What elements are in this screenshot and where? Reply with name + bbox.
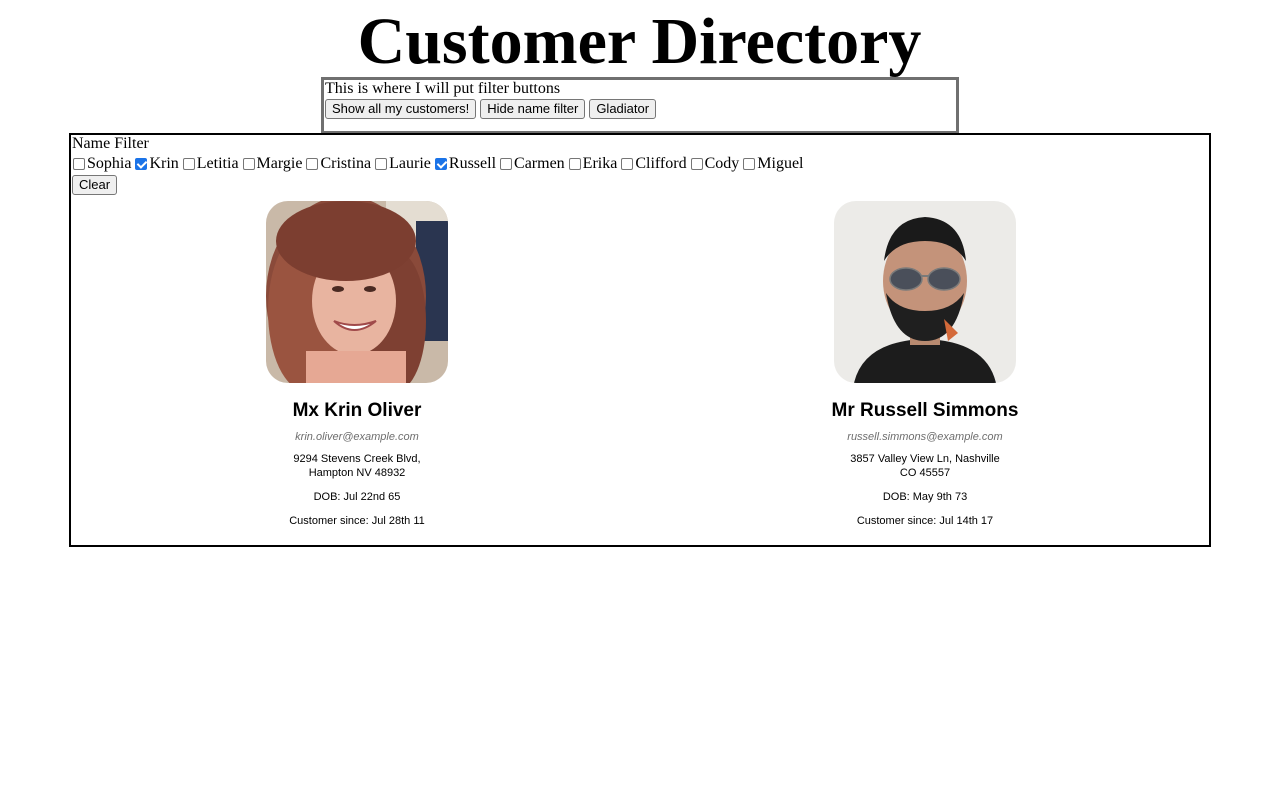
hide-name-filter-button[interactable]: Hide name filter <box>480 99 586 119</box>
name-filter-label: Name Filter <box>72 135 149 152</box>
name-filter-option-krin[interactable]: Krin <box>135 155 179 173</box>
name-filter-option-label: Erika <box>582 155 618 172</box>
customer-email: krin.oliver@example.com <box>295 431 419 443</box>
customer-since: Customer since: Jul 28th 11 <box>289 515 425 527</box>
customer-address-line1: 9294 Stevens Creek Blvd, <box>293 453 421 465</box>
customer-name: Mr Russell Simmons <box>831 400 1019 421</box>
name-filter-option-label: Clifford <box>635 155 687 172</box>
customer-avatar-photo <box>266 201 448 383</box>
checkbox-erika[interactable] <box>568 158 581 170</box>
page-title: Customer Directory <box>357 5 922 78</box>
checkbox-russell[interactable] <box>434 158 447 170</box>
checkbox-cody[interactable] <box>690 158 703 170</box>
name-filter-option-clifford[interactable]: Clifford <box>621 155 687 173</box>
checkbox-sophia[interactable] <box>73 158 85 170</box>
name-filter-option-label: Krin <box>149 155 179 172</box>
name-filter-options: Sophia Krin Letitia Margie Cristina Laur… <box>73 155 1209 173</box>
checkbox-laurie[interactable] <box>375 158 388 170</box>
name-filter-option-margie[interactable]: Margie <box>242 155 303 173</box>
customer-dob: DOB: Jul 22nd 65 <box>313 491 401 503</box>
customer-directory-panel: Name Filter Sophia Krin Letitia Margie C… <box>69 133 1211 547</box>
name-filter-option-label: Cristina <box>320 155 372 172</box>
name-filter-option-cody[interactable]: Cody <box>690 155 740 173</box>
name-filter-option-erika[interactable]: Erika <box>568 155 618 173</box>
clear-filter-button[interactable]: Clear <box>72 175 118 195</box>
customer-since: Customer since: Jul 14th 17 <box>856 515 994 527</box>
filter-panel: This is where I will put filter buttons … <box>321 77 959 134</box>
checkbox-krin[interactable] <box>135 158 148 170</box>
customer-email: russell.simmons@example.com <box>847 431 1003 443</box>
name-filter-option-label: Russell <box>448 155 497 172</box>
customer-card: Mr Russell Simmons russell.simmons@examp… <box>805 201 1045 528</box>
customer-dob: DOB: May 9th 73 <box>882 491 968 503</box>
woman-portrait-icon <box>266 201 448 383</box>
name-filter-option-label: Letitia <box>196 155 239 172</box>
checkbox-clifford[interactable] <box>621 158 634 170</box>
customer-address-line2: CO 45557 <box>899 467 951 479</box>
name-filter-option-letitia[interactable]: Letitia <box>182 155 239 173</box>
name-filter-option-label: Laurie <box>389 155 431 172</box>
customer-card: Mx Krin Oliver krin.oliver@example.com 9… <box>247 201 467 528</box>
name-filter-option-miguel[interactable]: Miguel <box>743 155 803 173</box>
name-filter-option-carmen[interactable]: Carmen <box>500 155 565 173</box>
name-filter-option-sophia[interactable]: Sophia <box>73 155 131 173</box>
checkbox-carmen[interactable] <box>500 158 513 170</box>
customer-avatar-photo <box>834 201 1016 383</box>
customer-address-line1: 3857 Valley View Ln, Nashville <box>850 453 1000 465</box>
man-portrait-icon <box>834 201 1016 383</box>
customer-address: 3857 Valley View Ln, Nashville CO 45557 <box>805 452 1045 480</box>
checkbox-miguel[interactable] <box>743 158 756 170</box>
name-filter-option-label: Cody <box>704 155 740 172</box>
filter-button-row: Show all my customers! Hide name filter … <box>325 99 956 119</box>
name-filter-option-russell[interactable]: Russell <box>434 155 497 173</box>
customer-address-line2: Hampton NV 48932 <box>308 467 406 479</box>
filter-panel-text: This is where I will put filter buttons <box>325 80 561 97</box>
customer-name: Mx Krin Oliver <box>292 400 422 421</box>
customer-address: 9294 Stevens Creek Blvd, Hampton NV 4893… <box>247 452 467 480</box>
gladiator-button[interactable]: Gladiator <box>589 99 657 119</box>
show-all-customers-button[interactable]: Show all my customers! <box>325 99 477 119</box>
name-filter-option-label: Margie <box>256 155 303 172</box>
name-filter-option-label: Miguel <box>757 155 804 172</box>
name-filter-option-laurie[interactable]: Laurie <box>375 155 431 173</box>
checkbox-cristina[interactable] <box>306 158 319 170</box>
name-filter-option-cristina[interactable]: Cristina <box>306 155 371 173</box>
checkbox-letitia[interactable] <box>182 158 195 170</box>
name-filter-option-label: Sophia <box>87 155 132 172</box>
name-filter-option-label: Carmen <box>514 155 565 172</box>
checkbox-margie[interactable] <box>242 158 255 170</box>
